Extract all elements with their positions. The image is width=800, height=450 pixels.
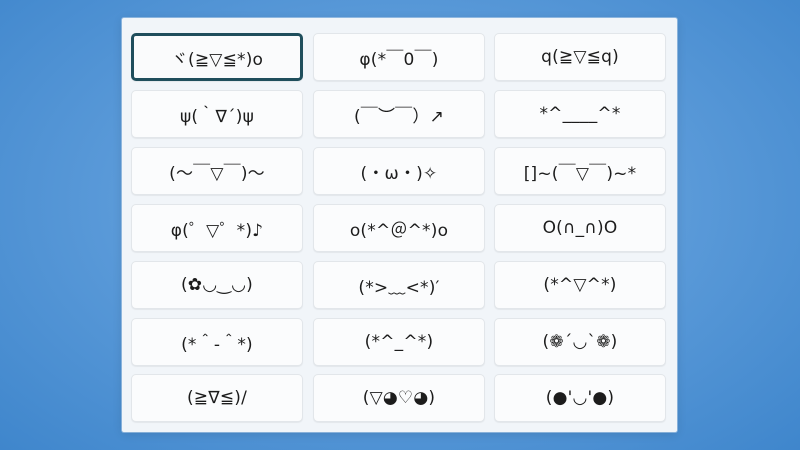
kaomoji-grid: ヾ(≧▽≦*)o φ(*￣0￣) q(≧▽≦q) ψ(｀∇´)ψ (￣︶￣）↗ …	[122, 18, 677, 432]
kaomoji-button[interactable]: (・ω・)✧	[313, 147, 485, 195]
kaomoji-button[interactable]: (*>﹏<*)′	[313, 261, 485, 309]
kaomoji-button[interactable]: φ(*￣0￣)	[313, 33, 485, 81]
kaomoji-button[interactable]: q(≧▽≦q)	[494, 33, 666, 81]
kaomoji-button[interactable]: O(∩_∩)O	[494, 204, 666, 252]
kaomoji-button[interactable]: (❁´◡`❁)	[494, 318, 666, 366]
kaomoji-button[interactable]: (●'◡'●)	[494, 374, 666, 422]
kaomoji-button[interactable]: ヾ(≧▽≦*)o	[131, 33, 303, 81]
kaomoji-button[interactable]: φ(゜▽゜*)♪	[131, 204, 303, 252]
kaomoji-button[interactable]: o(*^＠^*)o	[313, 204, 485, 252]
kaomoji-button[interactable]: (*^_^*)	[313, 318, 485, 366]
kaomoji-panel: ヾ(≧▽≦*)o φ(*￣0￣) q(≧▽≦q) ψ(｀∇´)ψ (￣︶￣）↗ …	[122, 18, 677, 432]
kaomoji-button[interactable]: (▽◕♡◕)	[313, 374, 485, 422]
kaomoji-button[interactable]: *^____^*	[494, 90, 666, 138]
kaomoji-button[interactable]: (￣︶￣）↗	[313, 90, 485, 138]
kaomoji-button[interactable]: (*^▽^*)	[494, 261, 666, 309]
kaomoji-button[interactable]: (*＾-＾*)	[131, 318, 303, 366]
kaomoji-button[interactable]: []~(￣▽￣)~*	[494, 147, 666, 195]
kaomoji-button[interactable]: (≧∇≦)/	[131, 374, 303, 422]
kaomoji-button[interactable]: (✿◡‿◡)	[131, 261, 303, 309]
kaomoji-button[interactable]: ψ(｀∇´)ψ	[131, 90, 303, 138]
kaomoji-button[interactable]: (～￣▽￣)～	[131, 147, 303, 195]
